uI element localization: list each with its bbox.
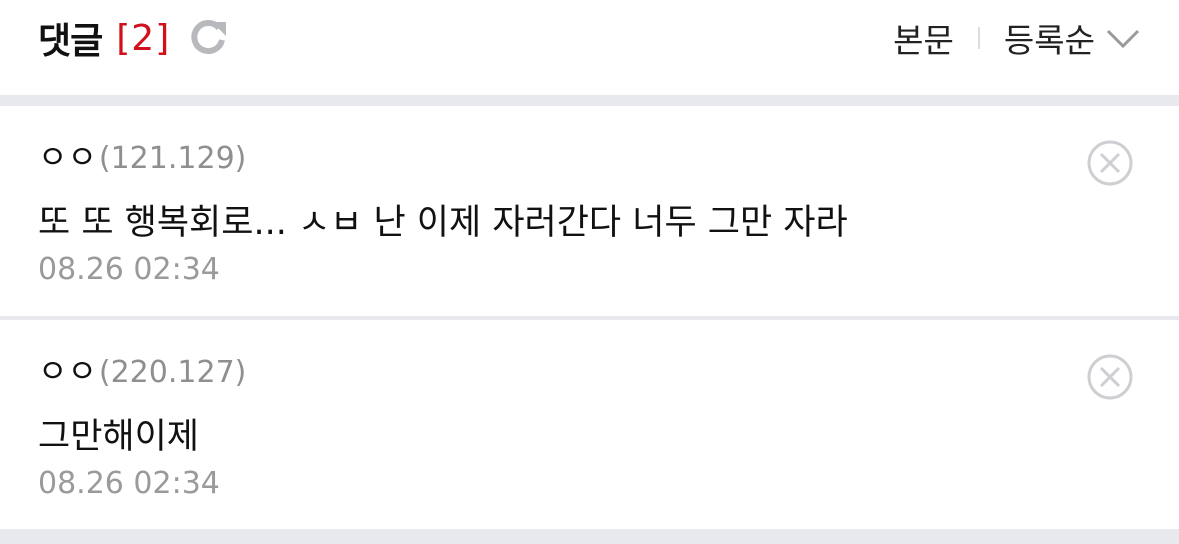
comment-ip: (220.127) xyxy=(98,355,247,390)
comment-count: [2] xyxy=(116,17,171,59)
section-divider xyxy=(0,95,1179,106)
comments-title: 댓글 xyxy=(38,21,103,62)
comment-item: ㅇㅇ (121.129) 또 또 행복회로... ㅅㅂ 난 이제 자러간다 너두… xyxy=(0,106,1179,316)
comment-text: 또 또 행복회로... ㅅㅂ 난 이제 자러간다 너두 그만 자라 xyxy=(38,203,848,243)
comment-timestamp: 08.26 02:34 xyxy=(38,466,220,501)
comment-ip: (121.129) xyxy=(98,141,247,176)
sort-label: 등록순 xyxy=(1003,21,1095,60)
close-circle-icon[interactable] xyxy=(1086,353,1134,401)
close-circle-icon[interactable] xyxy=(1086,139,1134,187)
comment-author: ㅇㅇ (121.129) xyxy=(38,132,246,178)
divider xyxy=(977,27,980,49)
header-title-group: 댓글 [2] xyxy=(38,12,230,64)
comment-timestamp: 08.26 02:34 xyxy=(38,252,220,287)
comment-nickname[interactable]: ㅇㅇ xyxy=(38,346,97,392)
chevron-down-icon xyxy=(1105,25,1141,51)
comment-text: 그만해이제 xyxy=(38,417,200,457)
comment-author: ㅇㅇ (220.127) xyxy=(38,346,246,392)
refresh-icon[interactable] xyxy=(186,16,230,60)
comment-nickname[interactable]: ㅇㅇ xyxy=(38,132,97,178)
view-post-link[interactable]: 본문 xyxy=(893,14,954,62)
comments-header: 댓글 [2] 본문 등록순 xyxy=(0,0,1179,95)
comment-item: ㅇㅇ (220.127) 그만해이제 08.26 02:34 xyxy=(0,320,1179,529)
section-divider xyxy=(0,529,1179,544)
header-controls: 본문 등록순 xyxy=(893,12,1141,64)
sort-dropdown[interactable]: 등록순 xyxy=(1004,14,1141,62)
